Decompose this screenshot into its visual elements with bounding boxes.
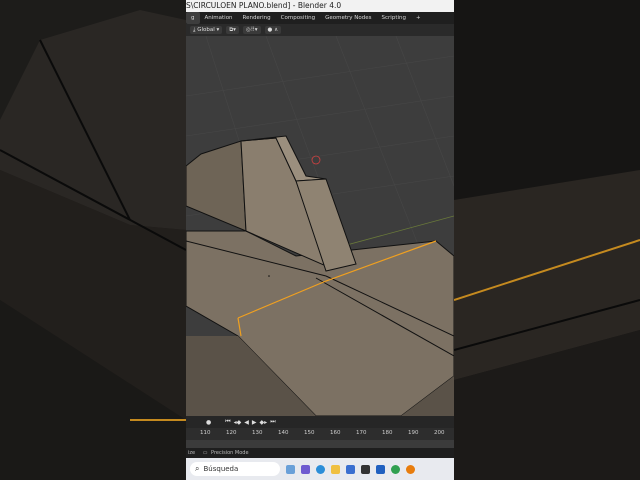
transform-orientation-select[interactable]: ⤓ Global ▾ xyxy=(190,26,223,34)
keyboard-icon: ▭ xyxy=(202,450,208,456)
chrome-icon[interactable] xyxy=(391,464,400,474)
next-keyframe-icon[interactable]: ◆▸ xyxy=(260,419,268,426)
tab-rendering[interactable]: Rendering xyxy=(238,12,276,24)
play-icon[interactable]: ▶ xyxy=(252,419,257,426)
jump-end-icon[interactable]: ⏭ xyxy=(270,418,275,426)
workspace-tabs: g Animation Rendering Compositing Geomet… xyxy=(186,12,454,24)
background-blur-left xyxy=(0,0,186,480)
play-reverse-icon[interactable]: ◀ xyxy=(244,419,249,426)
status-bar: ize ▭ Precision Mode xyxy=(186,448,454,458)
blurred-scene-left xyxy=(0,0,186,480)
timeline-tick: 190 xyxy=(408,430,419,436)
record-button[interactable]: ● xyxy=(206,419,211,426)
snap-button[interactable]: ◎⠿▾ xyxy=(242,26,261,34)
store-icon[interactable] xyxy=(346,464,355,474)
timeline-tick: 130 xyxy=(252,430,263,436)
mail-icon[interactable] xyxy=(376,464,385,474)
orientation-label: Global xyxy=(197,27,215,33)
timeline-tick: 180 xyxy=(382,430,393,436)
timeline-tick: 150 xyxy=(304,430,315,436)
origin-point xyxy=(268,275,270,277)
background-blur-right xyxy=(454,0,640,480)
status-precision-mode: Precision Mode xyxy=(211,450,249,456)
timeline-tick: 120 xyxy=(226,430,237,436)
timeline-ruler[interactable]: 110 120 130 140 150 160 170 180 190 200 xyxy=(186,428,454,440)
widgets-icon[interactable] xyxy=(286,464,295,474)
edge-icon[interactable] xyxy=(316,464,325,474)
file-explorer-icon[interactable] xyxy=(331,464,340,474)
pivot-point-button[interactable]: ⧉▾ xyxy=(226,26,239,34)
window-titlebar: S\CIRCULOEN PLANO.blend] - Blender 4.0 xyxy=(186,0,454,12)
window-title: S\CIRCULOEN PLANO.blend] - Blender 4.0 xyxy=(186,1,342,10)
proportional-edit-button[interactable]: ● ∧ xyxy=(264,26,282,34)
blender-icon[interactable] xyxy=(406,464,415,474)
search-placeholder: Búsqueda xyxy=(203,465,239,473)
taskbar-search[interactable]: ⌕ Búsqueda xyxy=(190,462,280,476)
timeline-tick: 160 xyxy=(330,430,341,436)
tab-geometry-nodes[interactable]: Geometry Nodes xyxy=(320,12,376,24)
timeline-tick: 110 xyxy=(200,430,211,436)
blurred-scene-right xyxy=(454,0,640,480)
orientation-icon: ⤓ xyxy=(193,27,196,33)
prev-keyframe-icon[interactable]: ◂◆ xyxy=(234,419,242,426)
chevron-down-icon: ▾ xyxy=(216,27,220,33)
timeline-tick: 140 xyxy=(278,430,289,436)
jump-start-icon[interactable]: ⏮ xyxy=(225,418,230,426)
3d-viewport[interactable] xyxy=(186,35,454,417)
viewport-scene xyxy=(186,35,454,417)
app-icon[interactable] xyxy=(361,464,370,474)
tab-compositing[interactable]: Compositing xyxy=(276,12,320,24)
blender-window: S\CIRCULOEN PLANO.blend] - Blender 4.0 g… xyxy=(186,0,454,480)
timeline-tick: 200 xyxy=(434,430,445,436)
tab-scripting[interactable]: Scripting xyxy=(377,12,411,24)
tab-animation[interactable]: Animation xyxy=(200,12,238,24)
status-left-text: ize xyxy=(188,450,196,456)
teams-icon[interactable] xyxy=(301,464,310,474)
playback-controls: ● ⏮ ◂◆ ◀ ▶ ◆▸ ⏭ xyxy=(186,416,454,428)
windows-taskbar: ⌕ Búsqueda xyxy=(186,458,454,480)
add-workspace-button[interactable]: + xyxy=(411,12,426,24)
viewport-header: ⤓ Global ▾ ⧉▾ ◎⠿▾ ● ∧ xyxy=(186,24,454,36)
tab-layout[interactable]: g xyxy=(186,12,200,24)
search-icon: ⌕ xyxy=(195,464,200,473)
timeline-tick: 170 xyxy=(356,430,367,436)
